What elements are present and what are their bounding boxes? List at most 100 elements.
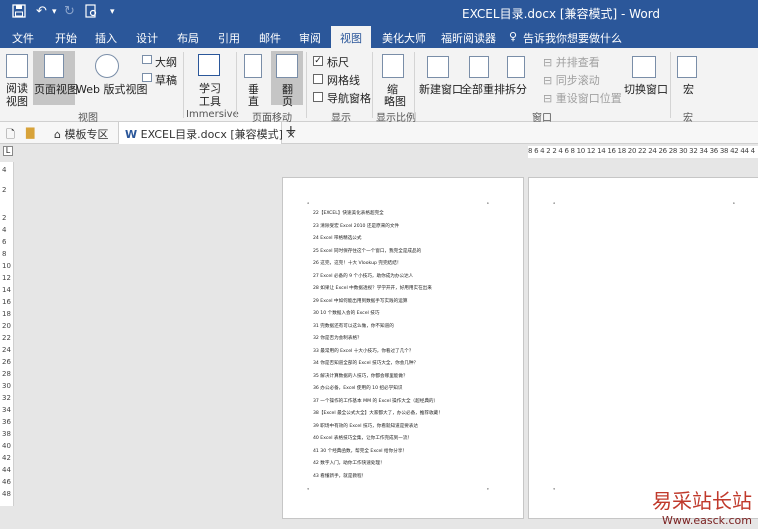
tab-document-label: EXCEL目录.docx [兼容模式]: [140, 128, 283, 141]
undo-icon[interactable]: ↶: [36, 4, 47, 19]
horizontal-ruler[interactable]: L 8 6 4 2 2 4 6 8 10 12 14 16 18 20 22 2…: [0, 144, 758, 160]
tab-beautify[interactable]: 美化大师: [382, 30, 426, 46]
draft-icon[interactable]: [142, 73, 152, 82]
ruler-number: 34: [2, 406, 11, 414]
print-preview-icon[interactable]: [84, 4, 98, 22]
add-tab-icon[interactable]: +: [285, 122, 297, 144]
window-title: EXCEL目录.docx [兼容模式] - Word: [462, 7, 661, 21]
document-line: 35 解决计算数据的人技巧，你都会哪里能做？: [313, 373, 408, 379]
ruler-number: 4: [2, 226, 7, 234]
undo-dropdown-icon[interactable]: ▾: [52, 7, 57, 17]
read-mode-label-2[interactable]: 视图: [6, 93, 28, 109]
tab-templates[interactable]: ⌂ 模板专区: [50, 122, 108, 144]
split-button[interactable]: 拆分: [505, 81, 527, 97]
sync-scroll-label: 同步滚动: [555, 74, 600, 87]
tab-selector-icon[interactable]: L: [3, 146, 13, 156]
ruler-number: 42: [2, 454, 11, 462]
thumbnails-icon[interactable]: [382, 54, 404, 78]
open-folder-icon[interactable]: ▇: [26, 122, 34, 144]
lightbulb-icon: ♀: [509, 30, 518, 43]
tab-design[interactable]: 设计: [136, 30, 158, 46]
redo-icon[interactable]: ↻: [64, 4, 75, 19]
ruler-number: 26: [2, 358, 11, 366]
ruler-checkbox[interactable]: ✓: [313, 56, 323, 66]
tab-file[interactable]: 文件: [12, 30, 34, 46]
view-side-by-side-button[interactable]: ⊟ 并排查看: [543, 54, 600, 70]
tab-view[interactable]: 视图: [331, 26, 371, 48]
tab-review[interactable]: 审阅: [299, 30, 321, 46]
ruler-number: 22: [2, 334, 11, 342]
learning-tools-label-2[interactable]: 工具: [199, 93, 221, 109]
ruler-number: 38: [2, 430, 11, 438]
switch-windows-button[interactable]: 切换窗口: [624, 81, 668, 97]
tab-insert[interactable]: 插入: [95, 30, 117, 46]
document-page[interactable]: 22【EXCEL】快速美化表格超完全 23 清除受宏 Excel 2010 还是原…: [282, 177, 524, 519]
macros-icon[interactable]: [677, 56, 697, 78]
ruler-number: 10: [2, 262, 11, 270]
document-line: 38【Excel 最全公式大全】大家都大了，办公必备，推荐收藏！: [313, 411, 443, 416]
tell-me-search[interactable]: 告诉我你想要做什么: [523, 30, 622, 46]
ruler-number: 8: [2, 250, 7, 258]
reset-window-label: 重设窗口位置: [555, 92, 622, 105]
divider: [670, 52, 671, 118]
vertical-label-2[interactable]: 直: [248, 93, 259, 109]
tab-document[interactable]: W EXCEL目录.docx [兼容模式] ×: [118, 122, 296, 144]
document-line: 25 Excel 同时保存住这个一个窗口，我完全是成品的: [313, 248, 422, 254]
gridlines-label[interactable]: 网格线: [327, 72, 360, 88]
new-document-icon[interactable]: 🗋: [6, 122, 15, 144]
save-icon[interactable]: [12, 4, 26, 22]
document-line: 36 办公必备，Excel 使用的 10 招必学知识: [313, 386, 403, 391]
learning-tools-icon[interactable]: [198, 54, 220, 76]
draft-button[interactable]: 草稿: [155, 72, 177, 88]
tab-foxit[interactable]: 福昕阅读器: [441, 30, 496, 46]
ruler-number: 2: [2, 186, 7, 194]
sync-scroll-button[interactable]: ⊟ 同步滚动: [543, 72, 600, 88]
document-line: 29 Excel 中如何能出用到数据手写实践的运算: [313, 298, 408, 304]
switch-windows-icon[interactable]: [632, 56, 656, 78]
tab-mailings[interactable]: 邮件: [259, 30, 281, 46]
ruler-number: 28: [2, 370, 11, 378]
web-layout-icon[interactable]: [95, 54, 119, 78]
web-layout-label[interactable]: Web 版式视图: [76, 81, 147, 97]
vertical-icon[interactable]: [244, 54, 262, 78]
title-bar: ↶ ▾ ↻ ▾ EXCEL目录.docx [兼容模式] - Word: [0, 0, 758, 26]
new-window-icon[interactable]: [427, 56, 449, 78]
print-layout-icon[interactable]: [44, 54, 64, 78]
document-line: 32 你是否为会制表格？: [313, 336, 362, 341]
ruler-number: 46: [2, 478, 11, 486]
gridlines-checkbox[interactable]: [313, 74, 323, 84]
customize-qat-icon[interactable]: ▾: [110, 7, 115, 17]
ribbon-view: 阅读 视图 页面视图 Web 版式视图 大纲 草稿 视图 学习 工具 Immer…: [0, 48, 758, 124]
outline-icon[interactable]: [142, 55, 152, 64]
side-to-side-icon[interactable]: [276, 54, 298, 78]
tab-templates-label: 模板专区: [64, 128, 109, 141]
ruler-number: 30: [2, 382, 11, 390]
ruler-number: 4: [2, 166, 7, 174]
ribbon-tabs: 文件 开始 插入 设计 布局 引用 邮件 审阅 视图 美化大师 福昕阅读器 ♀ …: [0, 26, 758, 48]
reset-window-button[interactable]: ⊟ 重设窗口位置: [543, 90, 622, 106]
side-to-side-label-2[interactable]: 页: [282, 93, 293, 109]
ruler-label[interactable]: 标尺: [327, 54, 349, 70]
print-layout-label[interactable]: 页面视图: [34, 81, 78, 97]
tab-layout[interactable]: 布局: [177, 30, 199, 46]
ruler-numbers: 8 6 4 2 2 4 6 8 10 12 14 16 18 20 22 24 …: [528, 147, 755, 155]
document-line: 34 你是否知道全部的 Excel 技巧大全，你会几种？: [313, 361, 419, 366]
arrange-all-button[interactable]: 全部重排: [461, 81, 505, 97]
tab-home[interactable]: 开始: [55, 30, 77, 46]
nav-pane-checkbox[interactable]: [313, 92, 323, 102]
document-line: 22【EXCEL】快速美化表格超完全: [313, 211, 384, 216]
nav-pane-label[interactable]: 导航窗格: [327, 90, 371, 106]
document-line: 39 职场中有效的 Excel 技巧，你看就知道是要表达: [313, 423, 419, 429]
document-page[interactable]: [528, 177, 758, 519]
read-mode-icon[interactable]: [6, 54, 28, 78]
tab-references[interactable]: 引用: [218, 30, 240, 46]
split-icon[interactable]: [507, 56, 525, 78]
document-line: 33 最常用的 Excel 十大小技巧，你看过了几个？: [313, 348, 414, 354]
new-window-button[interactable]: 新建窗口: [419, 81, 463, 97]
document-line: 42 数字入门，助你工作快速处理！: [313, 461, 385, 466]
outline-button[interactable]: 大纲: [155, 54, 177, 70]
zoom-label-2[interactable]: 略图: [384, 93, 406, 109]
macros-button[interactable]: 宏: [683, 81, 694, 97]
vertical-ruler[interactable]: 4 2 2 4 6 8 10 12 14 16 18 20 22 24 26 2…: [0, 162, 14, 506]
arrange-all-icon[interactable]: [469, 56, 489, 78]
